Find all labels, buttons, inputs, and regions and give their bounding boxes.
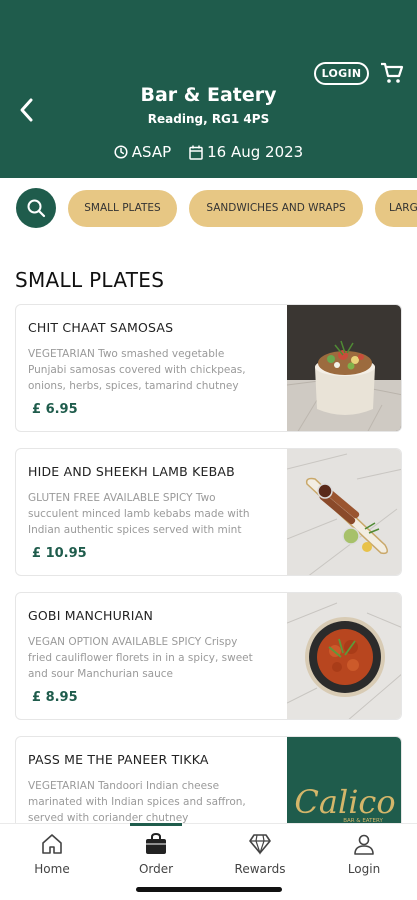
menu-item-card[interactable]: CHIT CHAAT SAMOSAS VEGETARIAN Two smashe… — [15, 304, 402, 432]
tab-login[interactable]: Login — [312, 824, 416, 884]
menu-item-description: VEGAN OPTION AVAILABLE SPICY Crispy frie… — [28, 636, 253, 680]
tab-home[interactable]: Home — [0, 824, 104, 884]
tab-label: Home — [34, 862, 70, 876]
login-button[interactable]: LOGIN — [314, 62, 369, 85]
category-bar: SMALL PLATES SANDWICHES AND WRAPS LARG — [0, 186, 417, 232]
venue-address: Reading, RG1 4PS — [147, 112, 270, 126]
category-chip-sandwiches-wraps[interactable]: SANDWICHES AND WRAPS — [189, 190, 363, 227]
time-selector[interactable]: ASAP — [114, 143, 171, 161]
date-label: 16 Aug 2023 — [207, 143, 304, 161]
tab-label: Order — [138, 862, 174, 876]
home-icon — [42, 834, 62, 854]
date-selector[interactable]: 16 Aug 2023 — [189, 143, 303, 161]
header-bar: LOGIN Bar & Eatery Reading, RG1 4PS ASAP… — [0, 0, 417, 178]
svg-text:Calico: Calico — [294, 783, 395, 821]
menu-item-name: HIDE AND SHEEKH LAMB KEBAB — [28, 464, 235, 479]
menu-item-price: £ 6.95 — [32, 402, 78, 417]
home-indicator — [136, 887, 282, 892]
search-icon — [27, 199, 46, 218]
menu-item-photo — [287, 305, 401, 431]
category-chip-large-plates[interactable]: LARG — [375, 190, 417, 227]
menu-item-name: CHIT CHAAT SAMOSAS — [28, 320, 174, 335]
menu-item-photo — [287, 593, 401, 719]
cart-button[interactable] — [380, 61, 404, 85]
venue-name: Bar & Eatery — [140, 84, 277, 106]
category-chip-small-plates[interactable]: SMALL PLATES — [68, 190, 177, 227]
section-title: SMALL PLATES — [15, 268, 165, 292]
menu-item-price: £ 10.95 — [32, 546, 87, 561]
menu-item-description: VEGETARIAN Two smashed vegetable Punjabi… — [28, 348, 246, 392]
clock-icon — [114, 145, 128, 159]
active-tab-indicator — [130, 823, 182, 826]
menu-item-name: PASS ME THE PANEER TIKKA — [28, 752, 209, 767]
menu-item-photo — [287, 449, 401, 575]
menu-item-name: GOBI MANCHURIAN — [28, 608, 153, 623]
cart-icon — [381, 62, 404, 83]
diamond-icon — [249, 834, 271, 855]
bag-icon — [146, 832, 166, 854]
time-label: ASAP — [131, 143, 172, 161]
search-button[interactable] — [16, 188, 56, 228]
menu-item-description: VEGETARIAN Tandoori Indian cheese marina… — [28, 780, 246, 824]
menu-item-description: GLUTEN FREE AVAILABLE SPICY Two succulen… — [28, 492, 250, 536]
menu-item-card[interactable]: GOBI MANCHURIAN VEGAN OPTION AVAILABLE S… — [15, 592, 402, 720]
tab-rewards[interactable]: Rewards — [208, 824, 312, 884]
tab-label: Login — [347, 862, 381, 876]
menu-item-card[interactable]: HIDE AND SHEEKH LAMB KEBAB GLUTEN FREE A… — [15, 448, 402, 576]
calendar-icon — [189, 145, 203, 160]
menu-item-price: £ 8.95 — [32, 690, 78, 705]
tab-order[interactable]: Order — [104, 823, 208, 884]
user-icon — [354, 834, 374, 855]
order-time-selector[interactable]: ASAP 16 Aug 2023 — [0, 143, 417, 161]
tab-label: Rewards — [234, 862, 286, 876]
